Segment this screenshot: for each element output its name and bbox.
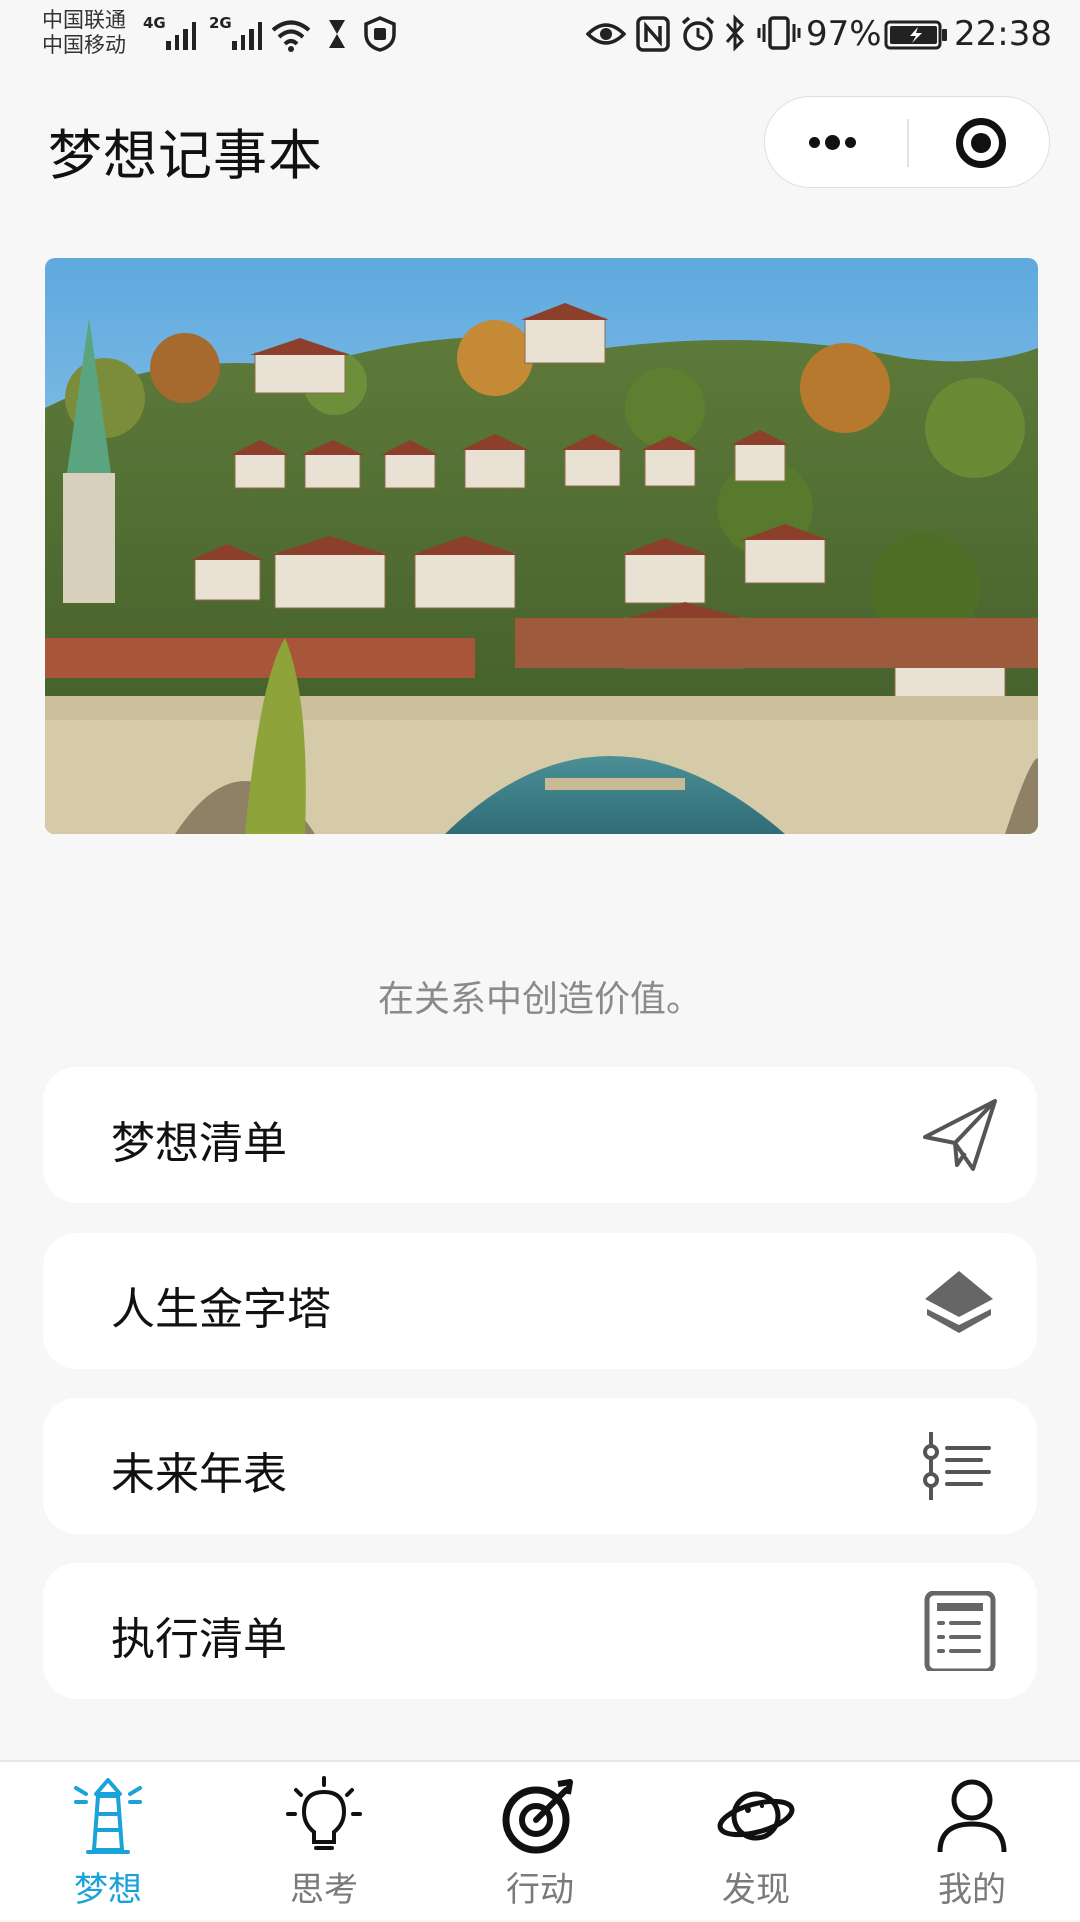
slogan-text: 在关系中创造价值。 (377, 979, 702, 1020)
more-dot-center (825, 135, 840, 150)
bottom-tab-bar: 梦想 思考 行动 发现 我的 (0, 1760, 1080, 1920)
menu-card-life-pyramid[interactable]: 人生金字塔 (43, 1233, 1037, 1369)
nfc-icon (636, 16, 670, 52)
signal-1-icon (166, 20, 196, 50)
more-dot-right (845, 137, 856, 148)
tab-me[interactable]: 我的 (864, 1762, 1080, 1922)
checklist-icon (924, 1591, 996, 1671)
nav-header: 梦想记事本 (0, 76, 1080, 216)
tab-label: 思考 (290, 1870, 358, 1910)
vibrate-icon (757, 16, 801, 50)
network-type-2: 2G (209, 14, 232, 32)
carrier-info: 中国联通 中国移动 (42, 8, 126, 58)
tab-label: 我的 (938, 1870, 1006, 1910)
menu-label: 人生金字塔 (111, 1284, 331, 1335)
layers-icon (925, 1271, 993, 1333)
mini-program-capsule (764, 96, 1050, 188)
timeline-list-icon (923, 1432, 991, 1500)
tab-action[interactable]: 行动 (432, 1762, 648, 1922)
planet-icon (717, 1791, 795, 1841)
battery-percent: 97% (806, 14, 882, 54)
tab-label: 梦想 (74, 1870, 142, 1910)
eye-comfort-icon (586, 23, 626, 45)
paper-plane-icon (923, 1099, 997, 1171)
target-close-icon-core (971, 133, 991, 153)
page-title: 梦想记事本 (48, 124, 323, 187)
network-type-1: 4G (143, 14, 166, 32)
carrier-1: 中国联通 (42, 8, 126, 32)
lighthouse-icon (74, 1778, 142, 1854)
more-button[interactable] (765, 97, 907, 189)
lightbulb-icon (286, 1776, 362, 1850)
clock-time: 22:38 (954, 14, 1052, 54)
target-icon (502, 1779, 573, 1854)
tab-discover[interactable]: 发现 (648, 1762, 864, 1922)
alarm-icon (681, 16, 715, 51)
carrier-2: 中国移动 (42, 33, 126, 57)
bluetooth-icon (725, 14, 745, 52)
more-dots-icon (809, 137, 820, 148)
banner-image[interactable] (45, 258, 1038, 834)
shield-icon (364, 16, 396, 52)
menu-card-dream-list[interactable]: 梦想清单 (43, 1067, 1037, 1203)
signal-2-icon (232, 20, 262, 50)
user-icon (937, 1779, 1007, 1853)
tab-dream[interactable]: 梦想 (0, 1762, 216, 1922)
banner-photo (45, 258, 1038, 834)
menu-card-execution-list[interactable]: 执行清单 (43, 1563, 1037, 1699)
menu-card-future-timeline[interactable]: 未来年表 (43, 1398, 1037, 1534)
close-mini-program-button[interactable] (909, 97, 1051, 189)
status-bar: 中国联通 中国移动 4G 2G 97% 22:38 (0, 0, 1080, 76)
menu-label: 执行清单 (111, 1614, 287, 1665)
tab-think[interactable]: 思考 (216, 1762, 432, 1922)
menu-label: 梦想清单 (111, 1118, 287, 1169)
hourglass-icon (329, 20, 345, 48)
tab-label: 行动 (506, 1870, 574, 1910)
tab-label: 发现 (722, 1870, 790, 1910)
wifi-icon (271, 20, 311, 52)
battery-icon (884, 20, 947, 50)
menu-label: 未来年表 (111, 1449, 287, 1500)
